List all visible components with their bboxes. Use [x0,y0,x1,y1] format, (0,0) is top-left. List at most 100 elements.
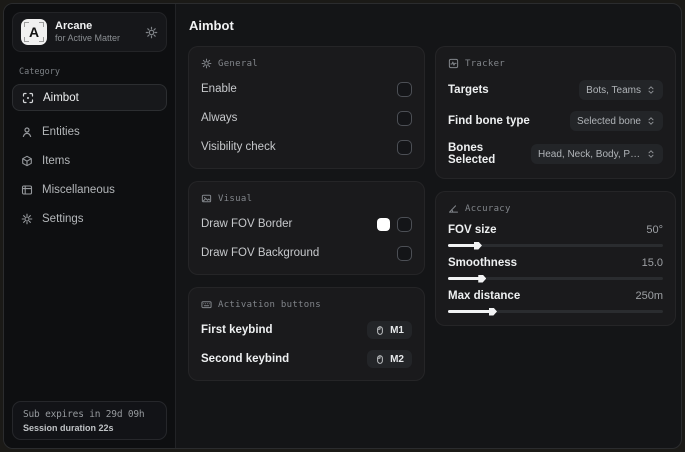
first-keybind-button[interactable]: M1 [367,321,412,339]
app-subtitle: for Active Matter [55,33,121,44]
tracker-card-header: Tracker [448,58,663,69]
activation-card: Activation buttons First keybind M1 Seco… [188,287,425,381]
unfold-icon [646,149,656,159]
card-header-label: General [218,58,259,69]
always-checkbox[interactable] [397,110,412,126]
slider-thumb[interactable] [489,307,497,316]
fov-size-setting: FOV size 50° [448,224,663,250]
gear-icon [21,213,33,225]
sub-expires-text: Sub expires in 29d 09h [23,409,145,420]
crosshair-icon [22,92,34,104]
gear-icon [201,58,212,69]
find-bone-type-select[interactable]: Selected bone [570,111,663,131]
max-distance-setting: Max distance 250m [448,290,663,316]
arcane-window: A Arcane for Active Matter Category Aimb… [3,3,682,449]
app-meta: Arcane for Active Matter [55,20,137,45]
app-name: Arcane [55,19,93,32]
sidebar-item-aimbot[interactable]: Aimbot [12,84,167,111]
select-value: Selected bone [577,115,641,127]
setting-label: Find bone type [448,115,530,127]
sidebar-item-entities[interactable]: Entities [12,118,167,145]
setting-label: Bones Selected [448,142,496,166]
app-logo: A [21,19,47,45]
keybind-value: M1 [390,324,404,336]
setting-row: Enable [201,80,412,98]
sidebar-nav: Aimbot Entities Items Miscellaneous Sett… [12,84,167,232]
setting-row: Always [201,109,412,127]
accuracy-card-header: Accuracy [448,203,663,214]
general-card: General Enable Always Visibility check [188,46,425,169]
setting-label: Draw FOV Border [201,218,293,230]
window-icon [21,184,33,196]
main-content: Aimbot General Enable Always Visibility … [176,4,681,448]
card-header-label: Accuracy [465,203,511,214]
smoothness-slider[interactable] [448,274,663,283]
category-label: Category [19,67,60,77]
image-icon [201,193,212,204]
select-value: Bots, Teams [586,84,641,96]
unfold-icon [646,85,656,95]
slider-value: 50° [646,224,663,236]
sidebar-item-label: Items [42,154,71,167]
setting-label: Targets [448,84,489,96]
enable-checkbox[interactable] [397,81,412,97]
card-header-label: Tracker [465,58,506,69]
setting-label: Enable [201,83,237,95]
slider-value: 250m [635,290,663,302]
slider-thumb[interactable] [478,274,487,283]
subscription-info: Sub expires in 29d 09h Session duration … [12,401,167,440]
setting-label: Always [201,112,238,124]
sidebar-item-settings[interactable]: Settings [12,205,167,232]
cube-icon [21,155,33,167]
slider-thumb[interactable] [473,241,482,250]
general-card-header: General [201,58,412,69]
settings-gear-icon[interactable] [145,26,158,39]
setting-label: Smoothness [448,257,518,269]
second-keybind-button[interactable]: M2 [367,350,412,368]
fov-border-checkbox[interactable] [397,216,412,232]
app-logo-letter: A [28,24,40,40]
accuracy-card: Accuracy FOV size 50° Smoothness 15.0 Ma… [435,191,676,326]
setting-label: Visibility check [201,141,276,153]
mouse-icon [375,325,385,336]
mouse-icon [375,354,385,365]
setting-label: FOV size [448,224,497,236]
setting-row: Visibility check [201,138,412,156]
sidebar-item-label: Settings [42,212,84,225]
fov-border-color-swatch[interactable] [377,217,390,231]
fov-size-slider[interactable] [448,241,663,250]
tracker-card: Tracker Targets Bots, Teams Find bone ty… [435,46,676,179]
keyboard-icon [201,299,212,310]
setting-row: Find bone type Selected bone [448,111,663,131]
setting-label: Draw FOV Background [201,247,320,259]
left-column: General Enable Always Visibility check V… [188,46,425,381]
visual-card-header: Visual [201,193,412,204]
sidebar: A Arcane for Active Matter Category Aimb… [4,4,176,448]
setting-row: Bones Selected Head, Neck, Body, Pe... [448,142,663,166]
person-icon [21,126,33,138]
sidebar-item-label: Entities [42,125,80,138]
visual-card: Visual Draw FOV Border Draw FOV Backgrou… [188,181,425,275]
page-title: Aimbot [189,18,234,33]
setting-label: First keybind [201,324,273,336]
bones-selected-select[interactable]: Head, Neck, Body, Pe... [531,144,663,164]
session-duration-text: Session duration 22s [23,423,114,433]
sidebar-item-label: Miscellaneous [42,183,115,196]
sidebar-item-items[interactable]: Items [12,147,167,174]
setting-label: Max distance [448,290,521,302]
setting-row: Draw FOV Background [201,244,412,262]
sidebar-item-miscellaneous[interactable]: Miscellaneous [12,176,167,203]
fov-background-checkbox[interactable] [397,245,412,261]
card-header-label: Visual [218,193,253,204]
smoothness-setting: Smoothness 15.0 [448,257,663,283]
setting-row: First keybind M1 [201,321,412,339]
card-header-label: Activation buttons [218,299,321,310]
max-distance-slider[interactable] [448,307,663,316]
setting-row: Targets Bots, Teams [448,80,663,100]
visibility-check-checkbox[interactable] [397,139,412,155]
setting-row: Draw FOV Border [201,215,412,233]
targets-select[interactable]: Bots, Teams [579,80,663,100]
right-column: Tracker Targets Bots, Teams Find bone ty… [435,46,676,381]
app-header: A Arcane for Active Matter [12,12,167,52]
activation-card-header: Activation buttons [201,299,412,310]
